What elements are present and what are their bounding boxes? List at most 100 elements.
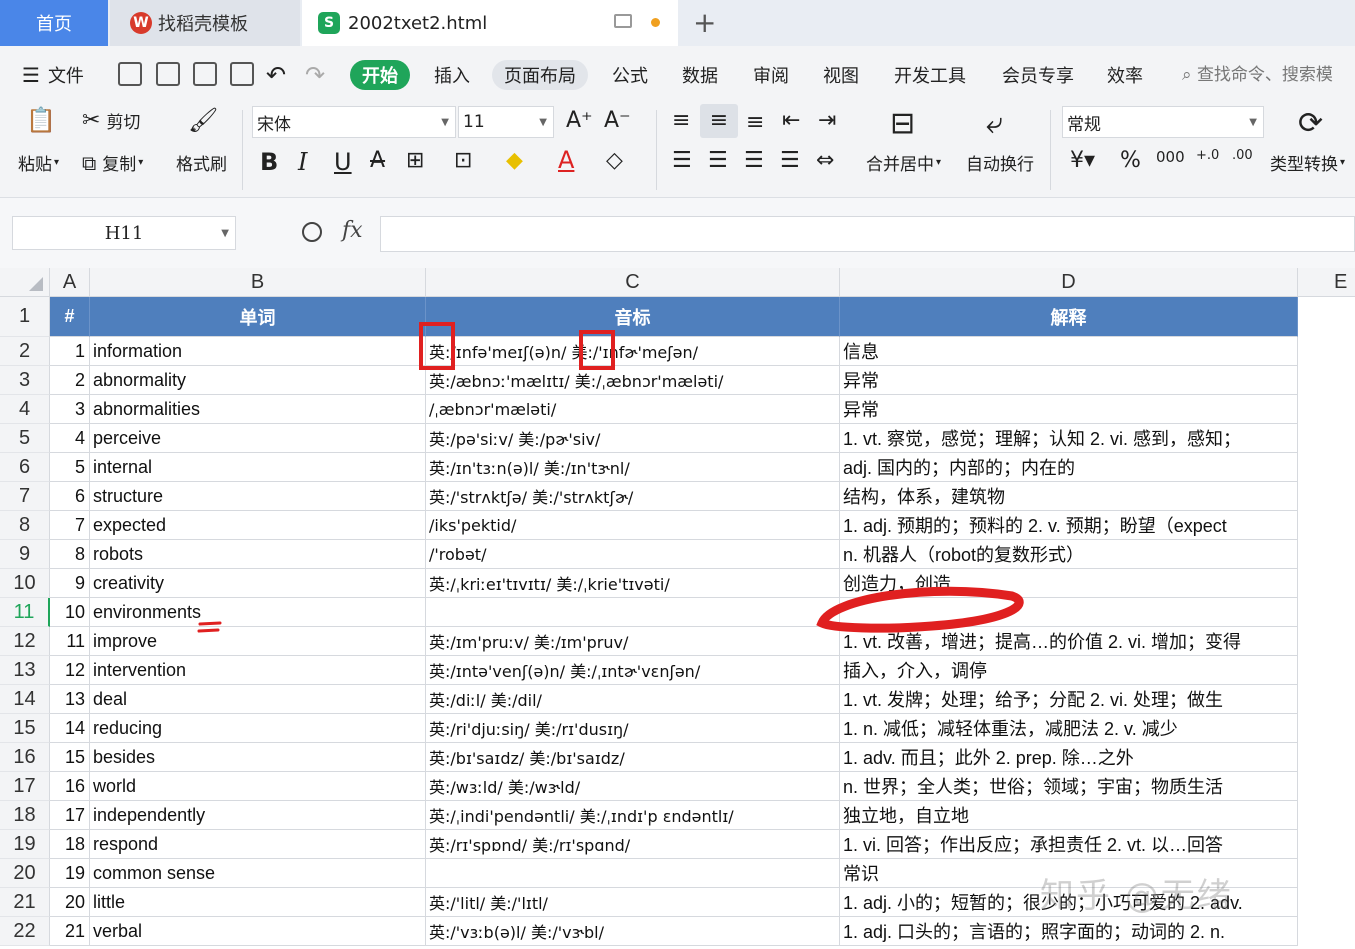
copy-button[interactable]: ⧉ 复制 ▾ <box>82 150 143 176</box>
save-icon[interactable] <box>118 62 142 86</box>
decrease-decimal-icon[interactable]: .00 <box>1232 148 1253 163</box>
row-header[interactable]: 14 <box>0 685 50 714</box>
align-center-icon[interactable]: ☰ <box>708 148 728 173</box>
cell-word[interactable]: reducing <box>90 714 426 743</box>
increase-indent-icon[interactable]: ⇥ <box>818 108 836 133</box>
cell-word[interactable]: creativity <box>90 569 426 598</box>
cell-num[interactable]: 19 <box>50 859 90 888</box>
cell-word[interactable]: information <box>90 337 426 366</box>
increase-decimal-icon[interactable]: +.0 <box>1196 148 1219 163</box>
command-search[interactable]: ⌕ 查找命令、搜索模 <box>1182 60 1333 85</box>
cell-num[interactable]: 11 <box>50 627 90 656</box>
fx-icon[interactable]: fx <box>342 218 363 243</box>
wrap-text-icon[interactable]: ⤶ <box>986 106 1003 141</box>
print-icon[interactable] <box>193 62 217 86</box>
cell-word[interactable]: robots <box>90 540 426 569</box>
row-header[interactable]: 21 <box>0 888 50 917</box>
merge-icon[interactable]: ⊟ <box>890 106 915 141</box>
cell-phonetic[interactable]: 英:/ɪntə'venʃ(ə)n/ 美:/ˌɪntɚ'vɛnʃən/ <box>426 656 840 685</box>
number-format-select[interactable]: 常规 ▼ <box>1062 106 1264 138</box>
column-header-c[interactable]: C <box>426 268 840 297</box>
cell-meaning[interactable]: n. 机器人（robot的复数形式） <box>840 540 1298 569</box>
undo-icon[interactable]: ↶ <box>266 60 286 90</box>
cell-phonetic[interactable]: 英:/æbnɔː'mælɪtɪ/ 美:/ˌæbnɔr'mæləti/ <box>426 366 840 395</box>
cell-phonetic[interactable]: 英:/ɪn'tɜːn(ə)l/ 美:/ɪn'tɝnl/ <box>426 453 840 482</box>
column-header-d[interactable]: D <box>840 268 1298 297</box>
cell-word[interactable]: environments <box>90 598 426 627</box>
menu-home[interactable]: 开始 <box>350 60 410 90</box>
row-header[interactable]: 9 <box>0 540 50 569</box>
align-right-icon[interactable]: ☰ <box>744 148 764 173</box>
cell-phonetic[interactable] <box>426 598 840 627</box>
row-header[interactable]: 17 <box>0 772 50 801</box>
menu-file[interactable]: ☰ 文件 <box>22 60 84 90</box>
column-header-b[interactable]: B <box>90 268 426 297</box>
increase-font-icon[interactable]: A⁺ <box>566 108 593 133</box>
cell-phonetic[interactable]: 英:/ɪnfə'meɪʃ(ə)n/ 美:/'ɪnfɚ'meʃən/ <box>426 337 840 366</box>
cell-phonetic[interactable]: /ˌæbnɔr'mæləti/ <box>426 395 840 424</box>
percent-icon[interactable]: % <box>1120 148 1141 173</box>
cell-num[interactable]: 18 <box>50 830 90 859</box>
row-header[interactable]: 20 <box>0 859 50 888</box>
align-bottom-icon[interactable]: ≡ <box>746 110 764 135</box>
cell-num[interactable]: 3 <box>50 395 90 424</box>
font-name-select[interactable]: 宋体 ▼ <box>252 106 456 138</box>
fill-color-icon[interactable]: ◆ <box>506 148 523 173</box>
row-header[interactable]: 22 <box>0 917 50 946</box>
tab-home[interactable]: 首页 <box>0 0 108 46</box>
wrap-text-button[interactable]: 自动换行 <box>966 150 1034 175</box>
align-top-icon[interactable]: ≡ <box>672 108 690 133</box>
cell-phonetic[interactable]: /'robət/ <box>426 540 840 569</box>
cell-meaning[interactable]: 1. vt. 察觉，感觉；理解；认知 2. vi. 感到，感知； <box>840 424 1298 453</box>
row-header[interactable]: 16 <box>0 743 50 772</box>
menu-formula[interactable]: 公式 <box>600 60 660 90</box>
cell-word[interactable]: independently <box>90 801 426 830</box>
cell-phonetic[interactable]: 英:/'vɜːb(ə)l/ 美:/'vɝbl/ <box>426 917 840 946</box>
distributed-icon[interactable]: ⇔ <box>816 148 834 173</box>
cell-word[interactable]: besides <box>90 743 426 772</box>
monitor-icon[interactable] <box>614 14 632 28</box>
cell-num[interactable]: 4 <box>50 424 90 453</box>
menu-page-layout[interactable]: 页面布局 <box>492 60 588 90</box>
paste-button[interactable]: 粘贴 ▾ <box>18 150 59 175</box>
redo-icon[interactable]: ↷ <box>305 60 325 90</box>
row-header[interactable]: 6 <box>0 453 50 482</box>
cell-meaning[interactable]: 1. vi. 回答；作出反应；承担责任 2. vt. 以…回答 <box>840 830 1298 859</box>
header-cell-word[interactable]: 单词 <box>90 297 426 337</box>
cell-word[interactable]: expected <box>90 511 426 540</box>
name-box[interactable]: H11 ▼ <box>12 216 236 250</box>
menu-developer[interactable]: 开发工具 <box>882 60 978 90</box>
menu-data[interactable]: 数据 <box>670 60 730 90</box>
menu-member[interactable]: 会员专享 <box>990 60 1086 90</box>
column-header-a[interactable]: A <box>50 268 90 297</box>
thousands-icon[interactable]: 000 <box>1156 148 1185 166</box>
cell-num[interactable]: 16 <box>50 772 90 801</box>
menu-efficiency[interactable]: 效率 <box>1095 60 1155 90</box>
cell-word[interactable]: abnormalities <box>90 395 426 424</box>
cell-meaning[interactable]: n. 世界；全人类；世俗；领域；宇宙；物质生活 <box>840 772 1298 801</box>
cell-meaning[interactable]: adj. 国内的；内部的；内在的 <box>840 453 1298 482</box>
cell-meaning[interactable]: 1. vt. 发牌；处理；给予；分配 2. vi. 处理；做生 <box>840 685 1298 714</box>
new-tab-plus-icon[interactable]: + <box>693 6 716 39</box>
cell-phonetic[interactable]: 英:/rɪ'spɒnd/ 美:/rɪ'spɑnd/ <box>426 830 840 859</box>
cell-meaning[interactable]: 1. adv. 而且；此外 2. prep. 除…之外 <box>840 743 1298 772</box>
cell-meaning[interactable]: 1. adj. 预期的；预料的 2. v. 预期；盼望（expect <box>840 511 1298 540</box>
cell-meaning[interactable]: 异常 <box>840 366 1298 395</box>
paste-icon[interactable]: 📋 <box>26 106 56 134</box>
cell-meaning[interactable]: 信息 <box>840 337 1298 366</box>
cell-num[interactable]: 12 <box>50 656 90 685</box>
cell-phonetic[interactable]: 英:/ˌindi'pendəntli/ 美:/ˌɪndɪ'p ɛndəntlɪ/ <box>426 801 840 830</box>
cell-phonetic[interactable]: 英:/ɪm'pruːv/ 美:/ɪm'pruv/ <box>426 627 840 656</box>
row-header[interactable]: 19 <box>0 830 50 859</box>
row-header[interactable]: 1 <box>0 297 50 337</box>
font-color-icon[interactable]: A <box>558 146 574 174</box>
row-header[interactable]: 5 <box>0 424 50 453</box>
cell-phonetic[interactable]: 英:/ˌkriːeɪ'tɪvɪtɪ/ 美:/ˌkrie'tɪvəti/ <box>426 569 840 598</box>
cell-meaning[interactable]: 1. adj. 口头的；言语的；照字面的；动词的 2. n. <box>840 917 1298 946</box>
menu-insert[interactable]: 插入 <box>422 60 482 90</box>
format-painter-button[interactable]: 格式刷 <box>176 150 227 175</box>
cell-num[interactable]: 7 <box>50 511 90 540</box>
merge-center-button[interactable]: 合并居中 ▾ <box>866 150 941 175</box>
decrease-font-icon[interactable]: A⁻ <box>604 108 631 133</box>
cell-num[interactable]: 15 <box>50 743 90 772</box>
